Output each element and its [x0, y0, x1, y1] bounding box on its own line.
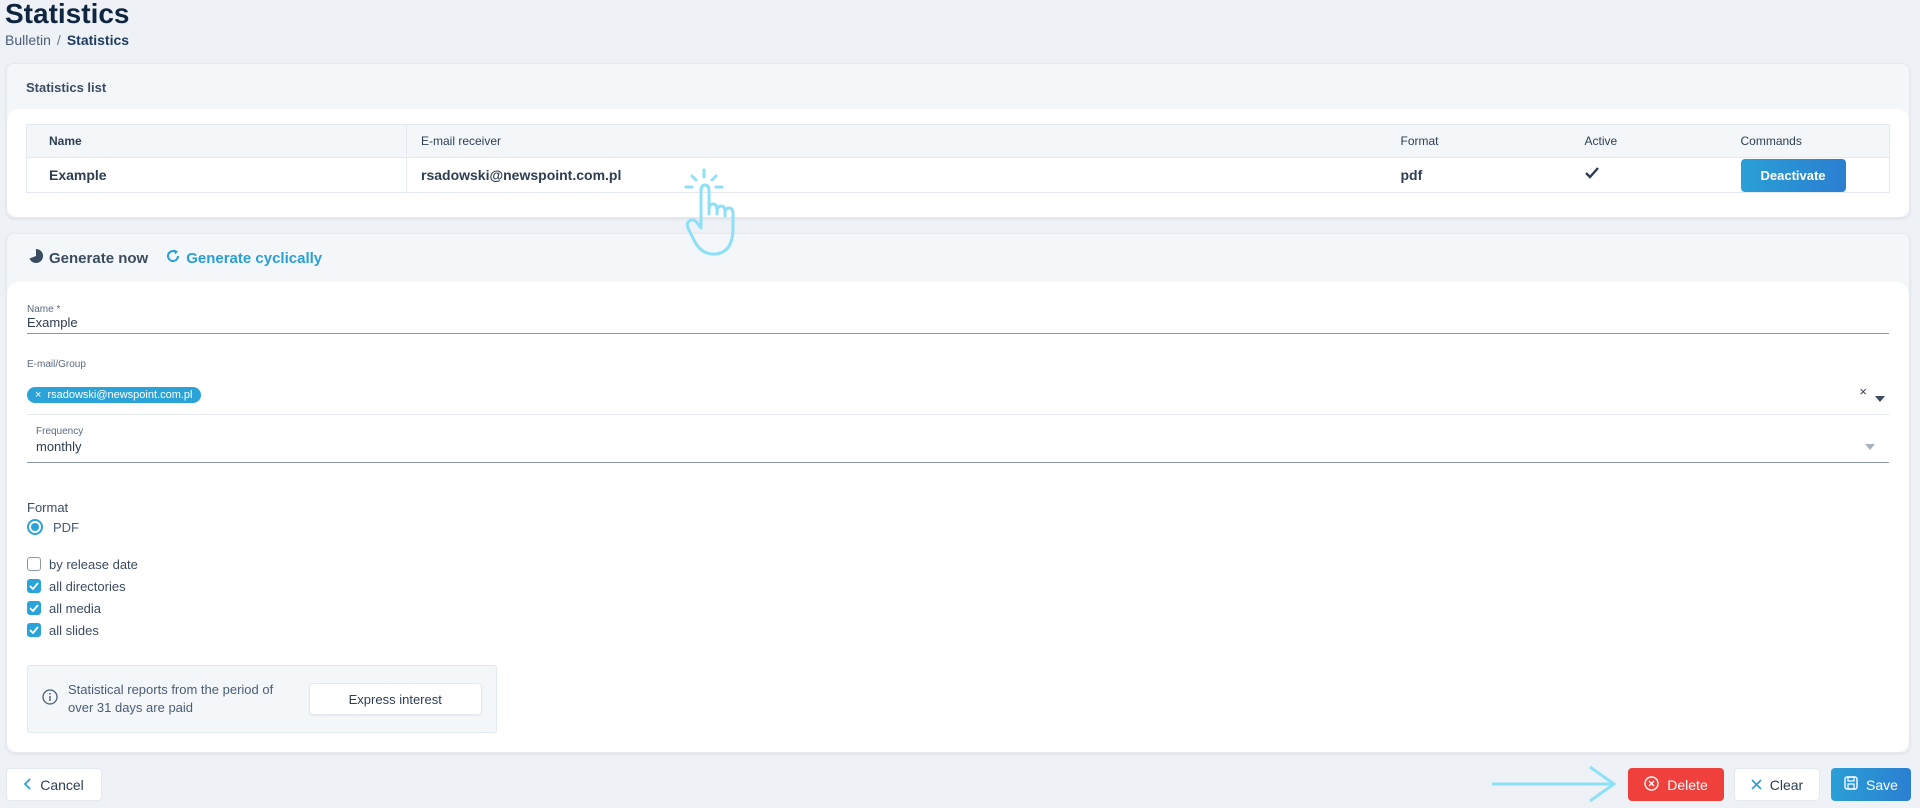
- checkbox-box[interactable]: [27, 557, 41, 571]
- name-label: Name *: [27, 304, 61, 315]
- email-chip[interactable]: × rsadowski@newspoint.com.pl: [27, 387, 201, 403]
- tab-generate-cyclically[interactable]: Generate cyclically: [166, 249, 322, 267]
- breadcrumb-separator: /: [56, 32, 61, 48]
- tab-generate-now[interactable]: Generate now: [29, 248, 149, 267]
- table-header-row: Name E-mail receiver Format Active Comma…: [26, 124, 1890, 158]
- email-chip-label: rsadowski@newspoint.com.pl: [47, 389, 193, 401]
- checkbox-label: all media: [49, 600, 102, 616]
- generate-card: Generate now Generate cyclically Name * …: [6, 233, 1910, 753]
- express-interest-button[interactable]: Express interest: [308, 683, 482, 715]
- clear-selection-icon[interactable]: ×: [1859, 384, 1867, 399]
- close-icon: [1751, 777, 1762, 793]
- frequency-dropdown-icon[interactable]: [1865, 437, 1875, 455]
- statistics-list-header: Statistics list: [26, 80, 107, 95]
- info-icon: [42, 688, 58, 710]
- name-input[interactable]: Example: [27, 315, 1889, 330]
- format-option-label: PDF: [53, 519, 79, 535]
- save-button[interactable]: Save: [1831, 768, 1911, 801]
- frequency-label: Frequency: [36, 426, 84, 437]
- chevron-down-icon[interactable]: [1875, 389, 1885, 407]
- checkbox-all-directories[interactable]: all directories: [27, 575, 138, 597]
- email-group-field[interactable]: E-mail/Group × rsadowski@newspoint.com.p…: [27, 359, 1889, 415]
- checkbox-box[interactable]: [27, 601, 41, 615]
- page-title: Statistics: [5, 0, 130, 29]
- arrow-right-icon: [1492, 765, 1617, 803]
- row-name: Example: [26, 157, 407, 193]
- paid-info-text: Statistical reports from the period of o…: [68, 682, 274, 715]
- generate-form: Name * Example E-mail/Group × rsadowski@…: [7, 282, 1909, 752]
- generate-tabs: Generate now Generate cyclically: [7, 234, 1909, 282]
- statistics-list-card: Statistics list Name E-mail receiver For…: [6, 63, 1910, 218]
- floppy-disk-icon: [1844, 776, 1858, 793]
- delete-button-label: Delete: [1667, 776, 1708, 793]
- breadcrumb: Bulletin / Statistics: [5, 32, 129, 48]
- pointer-hand-icon: [684, 168, 735, 256]
- name-field[interactable]: Name * Example: [27, 304, 1889, 334]
- table-row[interactable]: Example rsadowski@newspoint.com.pl pdf D…: [26, 157, 1890, 193]
- checkbox-box[interactable]: [27, 623, 41, 637]
- email-group-label: E-mail/Group: [27, 359, 86, 370]
- row-commands: Deactivate: [1726, 157, 1890, 193]
- checkbox-label: all directories: [49, 578, 126, 594]
- checkbox-label: by release date: [49, 556, 138, 572]
- statistics-table: Name E-mail receiver Format Active Comma…: [26, 124, 1890, 193]
- tab-generate-now-label: Generate now: [49, 249, 149, 267]
- checkbox-label: all slides: [49, 622, 99, 638]
- column-header-name: Name: [26, 124, 407, 158]
- refresh-icon: [166, 249, 180, 267]
- paid-info-box: Statistical reports from the period of o…: [27, 665, 497, 733]
- clear-button-label: Clear: [1769, 776, 1804, 793]
- row-format: pdf: [1386, 157, 1571, 193]
- column-header-active: Active: [1570, 124, 1727, 158]
- chevron-left-icon: [23, 777, 32, 793]
- row-email: rsadowski@newspoint.com.pl: [406, 157, 1387, 193]
- frequency-field[interactable]: Frequency monthly: [27, 415, 1889, 463]
- breadcrumb-item-bulletin[interactable]: Bulletin: [5, 32, 51, 48]
- column-header-commands: Commands: [1726, 124, 1890, 158]
- breadcrumb-item-current: Statistics: [66, 32, 130, 48]
- checkbox-box[interactable]: [27, 579, 41, 593]
- format-option-pdf[interactable]: PDF: [27, 519, 79, 535]
- cancel-button[interactable]: Cancel: [6, 768, 102, 801]
- tab-generate-cyclically-label: Generate cyclically: [186, 249, 323, 267]
- column-header-format: Format: [1386, 124, 1571, 158]
- row-active: [1570, 157, 1727, 193]
- delete-circle-icon: [1644, 775, 1659, 794]
- check-icon: [1584, 166, 1599, 184]
- frequency-select[interactable]: monthly: [36, 439, 82, 454]
- statistics-list-body: Name E-mail receiver Format Active Comma…: [7, 109, 1909, 217]
- checkbox-by-release-date[interactable]: by release date: [27, 553, 138, 575]
- clear-button[interactable]: Clear: [1734, 768, 1820, 801]
- format-label: Format: [27, 500, 69, 515]
- format-group: Format PDF: [27, 500, 79, 535]
- checkbox-all-media[interactable]: all media: [27, 597, 138, 619]
- options-group: by release date all directories all medi…: [27, 553, 138, 641]
- chip-remove-icon[interactable]: ×: [35, 389, 41, 401]
- deactivate-button[interactable]: Deactivate: [1740, 158, 1846, 192]
- pie-chart-icon: [29, 248, 44, 267]
- radio-pdf[interactable]: [27, 519, 43, 535]
- cancel-button-label: Cancel: [40, 776, 84, 793]
- delete-button[interactable]: Delete: [1628, 768, 1724, 801]
- save-button-label: Save: [1866, 776, 1898, 793]
- column-header-email: E-mail receiver: [406, 124, 1387, 158]
- checkbox-all-slides[interactable]: all slides: [27, 619, 138, 641]
